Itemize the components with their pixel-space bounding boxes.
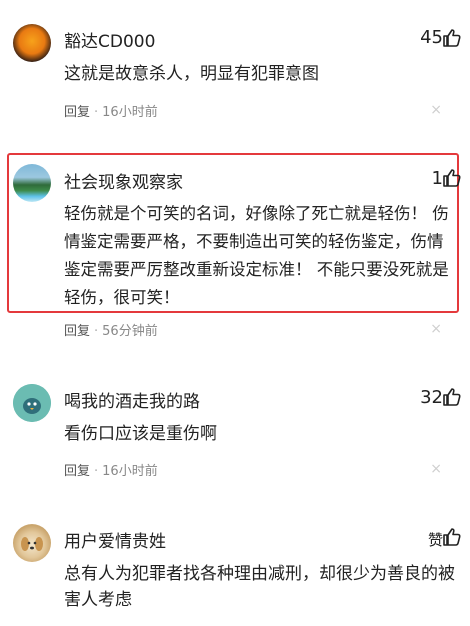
thumbs-up-icon[interactable] (442, 387, 462, 407)
comment-text: 这就是故意杀人，明显有犯罪意图 (64, 64, 319, 84)
avatar[interactable] (13, 24, 51, 62)
thumbs-up-icon[interactable] (442, 527, 462, 547)
comment-username[interactable]: 喝我的酒走我的路 (64, 387, 200, 412)
comment-meta: 回复 · 56分钟前 (64, 324, 158, 339)
reply-button[interactable]: 回复 (64, 105, 90, 120)
comment-text: 轻伤就是个可笑的名词，好像除了死亡就是轻伤！ 伤情鉴定需要严格，不要制造出可笑的… (64, 204, 449, 307)
comment-text: 总有人为犯罪者找各种理由减刑，却很少为善良的被害人考虑 (64, 564, 455, 610)
close-icon[interactable]: × (430, 462, 442, 476)
like-count[interactable]: 45 (420, 27, 443, 48)
reply-button[interactable]: 回复 (64, 464, 90, 479)
comment-username[interactable]: 用户爱情贵姓 (64, 527, 166, 552)
bird-icon (13, 384, 51, 422)
close-icon[interactable]: × (430, 103, 442, 117)
comment-username[interactable]: 社会现象观察家 (64, 168, 183, 193)
avatar[interactable] (13, 164, 51, 202)
avatar[interactable] (13, 524, 51, 562)
thumbs-up-icon[interactable] (442, 168, 462, 188)
comment-time: 16小时前 (102, 464, 158, 479)
comment-time: 56分钟前 (102, 324, 158, 339)
reply-button[interactable]: 回复 (64, 324, 90, 339)
comment-username[interactable]: 豁达CD000 (64, 27, 155, 52)
comment-text: 看伤口应该是重伤啊 (64, 424, 217, 444)
like-count[interactable]: 32 (420, 387, 443, 408)
comment-time: 16小时前 (102, 105, 158, 120)
puppy-icon (21, 537, 43, 551)
thumbs-up-icon[interactable] (442, 28, 462, 48)
avatar[interactable] (13, 384, 51, 422)
comment-meta: 回复 · 16小时前 (64, 105, 158, 120)
like-label[interactable]: 赞 (428, 529, 443, 550)
close-icon[interactable]: × (430, 322, 442, 336)
comment-meta: 回复 · 16小时前 (64, 464, 158, 479)
